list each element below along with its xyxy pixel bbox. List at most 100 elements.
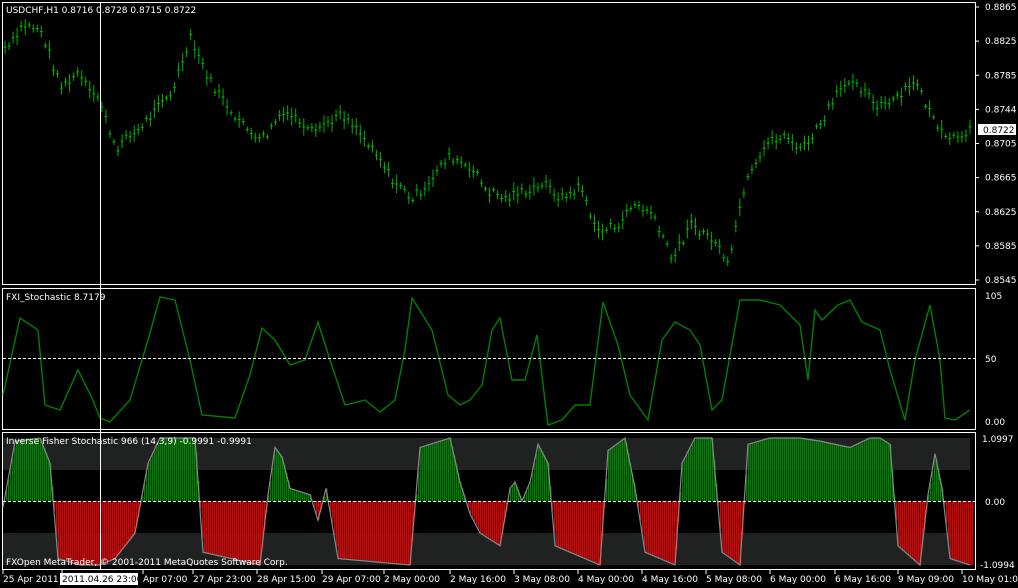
ifish-bar [776,438,778,501]
ifish-bar [658,501,660,558]
ifish-bar [540,448,542,501]
ifish-bar [154,450,156,501]
ifish-bar [624,438,626,501]
ifish-bar [230,501,232,559]
ifish-bar [932,471,934,501]
ifish-bar [772,438,774,501]
ifish-bar [354,501,356,561]
ifish-bar [872,438,874,501]
ifish-bar [60,501,62,560]
ifish-bar [378,501,380,563]
ifish-bar [910,501,912,557]
ifish-bar [754,442,756,501]
ifish-bar [664,501,666,561]
ifish-bar [760,440,762,501]
ifish-bar [162,438,164,501]
ifish-bar [66,501,68,561]
ifish-bar [296,490,298,501]
ifish-bar [616,444,618,501]
ifish-bar [346,501,348,560]
ifish-bar [866,439,868,501]
price-panel[interactable] [2,2,976,285]
ifish-bar [470,501,472,514]
ifish-bar [238,501,240,561]
ifish-bar [398,501,400,564]
ifish-bar [558,501,560,548]
ifish-bar [244,501,246,562]
ifish-bar [132,501,134,537]
ifish-bar [148,463,150,501]
ifish-bar [186,438,188,501]
ifish-bar [592,501,594,562]
ifish-bar [450,438,452,501]
ifish-bar [724,501,726,554]
ifish-bar [146,473,148,501]
ifish-bar [580,501,582,557]
time-tick-label: 3 May 08:00 [514,575,570,585]
ifish-bar [72,501,74,563]
ifish-bar [612,447,614,501]
ifish-bar [86,501,88,565]
ifish-bar [840,445,842,501]
ifish-bar [274,454,276,501]
ifish-bar [212,501,214,555]
ifish-bar [216,501,218,556]
ifish-bar [256,501,258,565]
ifish-bar [368,501,370,562]
ifish-bar [168,438,170,501]
ifish-bar [12,457,14,501]
ifish-bar [816,440,818,501]
crosshair-time-label: 2011.04.26 23:00 [62,575,143,585]
ifish-bar [120,501,122,553]
ifish-bar [232,501,234,559]
ifish-bar [588,501,590,560]
time-tick-label: 10 May 01:00 [962,575,1018,585]
ifish-bar [836,444,838,501]
ifish-bar [884,440,886,501]
price-tick-label: 0.8825 [985,37,1017,47]
ifish-bar [406,501,408,565]
ifish-bar [810,439,812,501]
ifish-bar [878,438,880,501]
ifish-bar [178,438,180,501]
chart-canvas[interactable]: USDCHF,H1 0.8716 0.8728 0.8715 0.8722 FX… [0,0,1018,588]
ifish-bar [306,493,308,501]
ifish-bar [342,501,344,559]
ifish-bar [966,501,968,564]
ifish-bar [228,501,230,558]
ifish-bar [68,501,70,562]
ifish-bar [366,501,368,562]
ifish-bar [350,501,352,560]
ifish-bar [172,438,174,501]
ifish-bar [56,501,58,535]
ifish-bar [918,501,920,564]
ifish-bar [722,501,724,553]
ifish-bar [578,501,580,556]
ifish-bar [728,501,730,557]
ifish-bar [512,485,514,501]
ifish-bar [160,438,162,501]
time-tick-label: 4 May 16:00 [642,575,698,585]
ifish-bar [912,501,914,559]
ifish-bar [564,501,566,550]
ifish-bar [576,501,578,555]
ifish-bar [696,438,698,501]
ifish-bar [80,501,82,565]
ifish-bar [730,501,732,558]
ifish-bar [222,501,224,557]
ifish-bar [352,501,354,560]
ifish-bar [514,483,516,501]
ifish-bar [620,441,622,501]
ifish-bar [348,501,350,560]
ifish-bar [668,501,670,563]
ifish-bar [950,501,952,559]
ifish-bar [188,438,190,501]
time-tick-label: 9 May 09:00 [898,575,954,585]
ifish-bar [706,438,708,501]
ifish-bar [688,451,690,501]
ifish-bar [972,501,974,565]
ifish-bar [110,501,112,561]
ifish-bar [48,458,50,501]
ifish-bar [622,440,624,501]
ifish-bar [608,450,610,501]
